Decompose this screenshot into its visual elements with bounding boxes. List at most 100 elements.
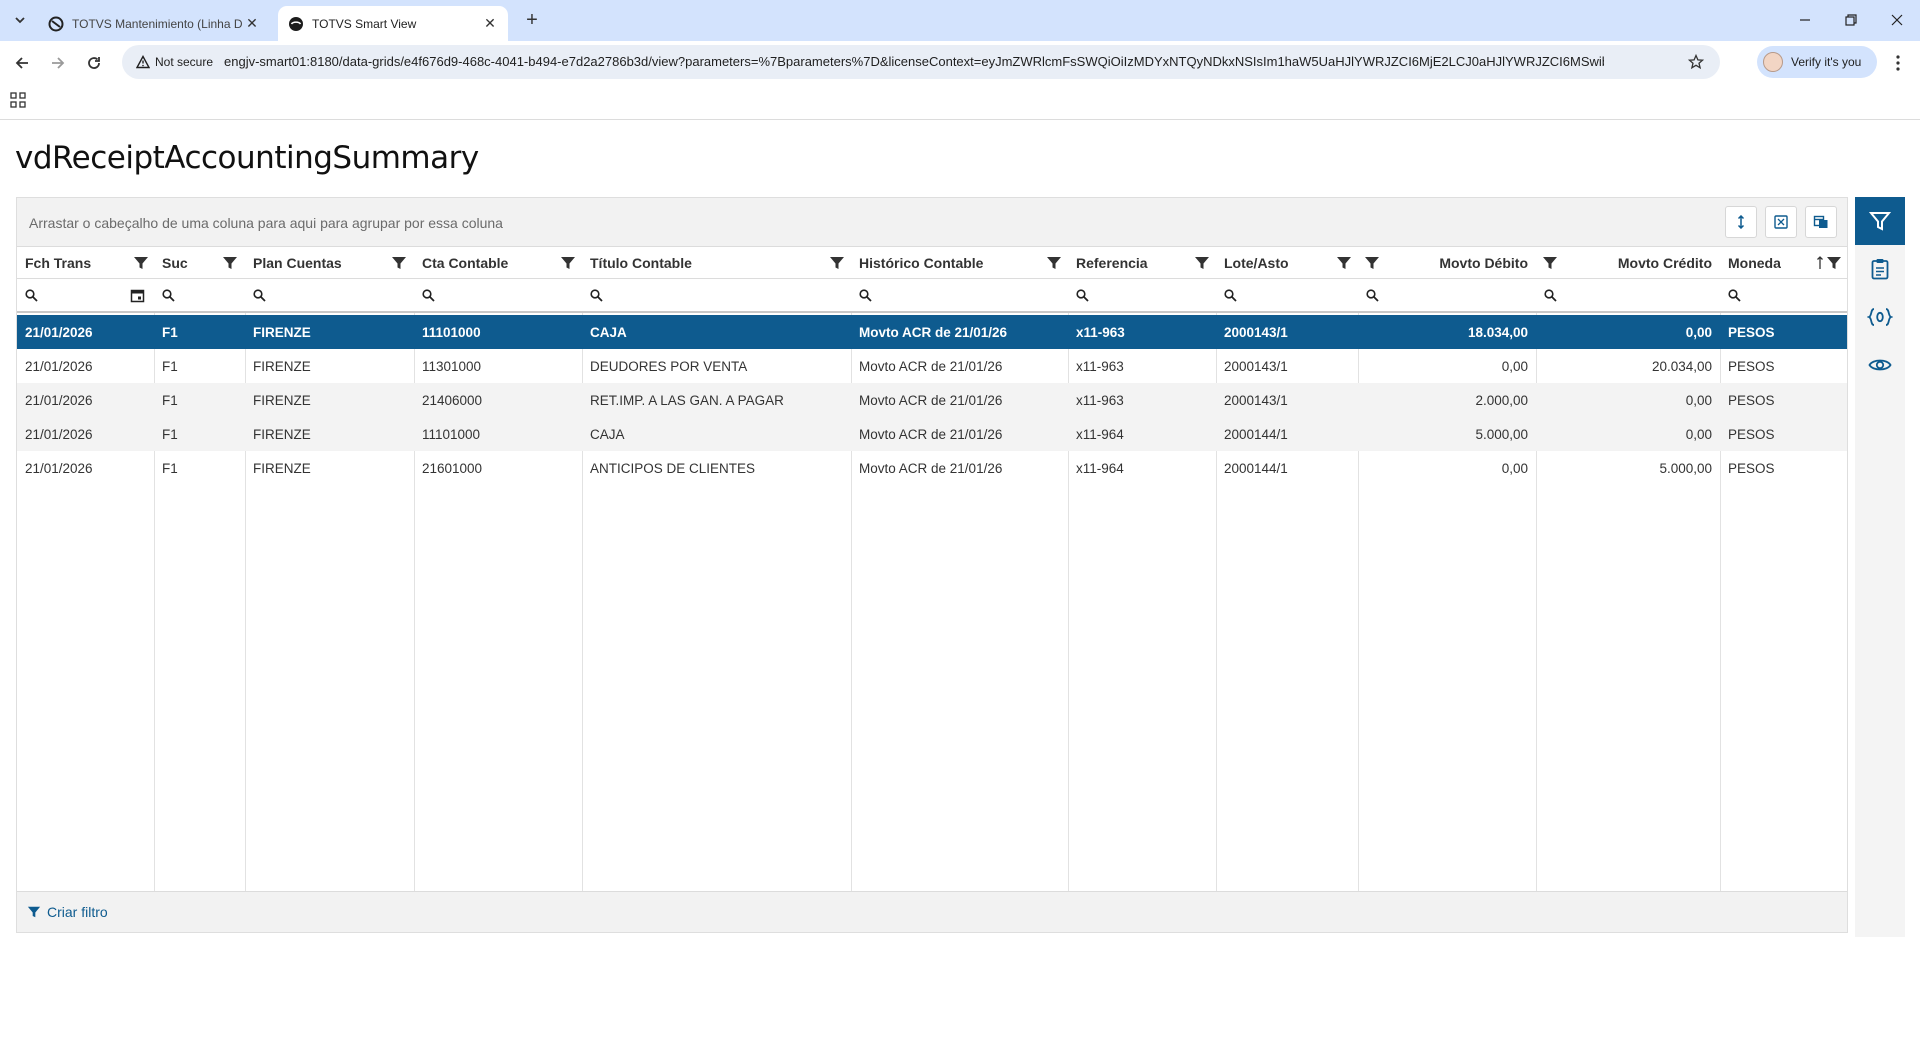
chevron-down-icon bbox=[15, 17, 25, 24]
column-header-lote-asto[interactable]: Lote/Asto bbox=[1216, 247, 1358, 278]
close-tab-icon[interactable]: ✕ bbox=[482, 15, 498, 31]
filter-field-suc[interactable] bbox=[154, 279, 245, 311]
cell-lote-asto: 2000143/1 bbox=[1224, 392, 1288, 408]
cell-movto-credito: 0,00 bbox=[1685, 392, 1712, 408]
eye-icon bbox=[1868, 359, 1892, 371]
column-header-suc[interactable]: Suc bbox=[154, 247, 245, 278]
browser-toolbar: Not secure engjv-smart01:8180/data-grids… bbox=[0, 41, 1920, 84]
cell-plan-cuentas: FIRENZE bbox=[253, 358, 311, 374]
warning-icon bbox=[136, 55, 150, 69]
cell-historico-contable: Movto ACR de 21/01/26 bbox=[859, 460, 1003, 476]
row-height-button[interactable] bbox=[1725, 206, 1757, 238]
restore-button[interactable] bbox=[1828, 0, 1874, 40]
create-filter-button[interactable]: Criar filtro bbox=[27, 904, 108, 920]
filter-icon[interactable] bbox=[1046, 255, 1062, 271]
cell-titulo-contable: CAJA bbox=[590, 426, 625, 442]
filter-field-moneda[interactable] bbox=[1720, 279, 1847, 311]
search-icon bbox=[422, 289, 435, 302]
column-chooser-icon bbox=[1813, 215, 1828, 228]
preview-button[interactable] bbox=[1855, 341, 1905, 389]
filter-icon[interactable] bbox=[1826, 255, 1842, 271]
filter-builder-bar: Criar filtro bbox=[17, 891, 1847, 932]
cell-suc: F1 bbox=[162, 358, 178, 374]
filter-field-referencia[interactable] bbox=[1068, 279, 1216, 311]
cell-plan-cuentas: FIRENZE bbox=[253, 460, 311, 476]
filter-field-plan-cuentas[interactable] bbox=[245, 279, 414, 311]
browser-menu-button[interactable] bbox=[1884, 49, 1912, 77]
forward-button[interactable] bbox=[44, 49, 72, 77]
column-header-referencia[interactable]: Referencia bbox=[1068, 247, 1216, 278]
bookmark-star-button[interactable] bbox=[1686, 52, 1706, 72]
profile-button[interactable]: Verify it's you bbox=[1757, 46, 1877, 78]
filter-icon[interactable] bbox=[1194, 255, 1210, 271]
apps-grid-icon[interactable] bbox=[10, 92, 26, 113]
filter-icon[interactable] bbox=[391, 255, 407, 271]
filter-icon[interactable] bbox=[829, 255, 845, 271]
filter-icon[interactable] bbox=[1542, 255, 1558, 271]
filter-row bbox=[17, 279, 1847, 313]
export-excel-button[interactable] bbox=[1765, 206, 1797, 238]
address-bar[interactable]: Not secure engjv-smart01:8180/data-grids… bbox=[122, 45, 1720, 79]
cell-lote-asto: 2000143/1 bbox=[1224, 358, 1288, 374]
filter-field-historico-contable[interactable] bbox=[851, 279, 1068, 311]
filter-field-fch-trans[interactable] bbox=[17, 279, 154, 311]
column-header-cta-contable[interactable]: Cta Contable bbox=[414, 247, 582, 278]
data-grid: Arrastar o cabeçalho de uma coluna para … bbox=[16, 197, 1848, 933]
filter-field-cta-contable[interactable] bbox=[414, 279, 582, 311]
table-row[interactable]: 21/01/2026 F1 FIRENZE 11101000 CAJA Movt… bbox=[17, 417, 1847, 451]
new-tab-button[interactable]: + bbox=[520, 8, 544, 32]
cell-referencia: x11-963 bbox=[1076, 324, 1125, 340]
bookmarks-bar bbox=[0, 84, 1920, 120]
column-header-plan-cuentas[interactable]: Plan Cuentas bbox=[245, 247, 414, 278]
close-window-button[interactable] bbox=[1874, 0, 1920, 40]
filter-icon[interactable] bbox=[222, 255, 238, 271]
filter-icon[interactable] bbox=[560, 255, 576, 271]
browser-tab-active[interactable]: TOTVS Smart View ✕ bbox=[278, 6, 508, 41]
column-header-historico-contable[interactable]: Histórico Contable bbox=[851, 247, 1068, 278]
search-icon bbox=[1728, 289, 1741, 302]
table-row[interactable]: 21/01/2026 F1 FIRENZE 21406000 RET.IMP. … bbox=[17, 383, 1847, 417]
cell-titulo-contable: ANTICIPOS DE CLIENTES bbox=[590, 460, 756, 476]
cell-fch-trans: 21/01/2026 bbox=[25, 426, 93, 442]
avatar bbox=[1763, 52, 1783, 72]
browser-tab[interactable]: TOTVS Mantenimiento (Linha D ✕ bbox=[38, 6, 270, 41]
site-info-chip[interactable]: Not secure bbox=[130, 51, 219, 73]
search-icon bbox=[1224, 289, 1237, 302]
reload-button[interactable] bbox=[80, 49, 108, 77]
tab-title: TOTVS Mantenimiento (Linha D bbox=[72, 16, 242, 31]
calendar-icon[interactable] bbox=[130, 288, 145, 303]
table-row[interactable]: 21/01/2026 F1 FIRENZE 11101000 CAJA Movt… bbox=[17, 315, 1847, 349]
search-icon bbox=[162, 289, 175, 302]
cell-moneda: PESOS bbox=[1728, 358, 1775, 374]
column-header-titulo-contable[interactable]: Título Contable bbox=[582, 247, 851, 278]
column-header-moneda[interactable]: Moneda bbox=[1720, 247, 1847, 278]
variables-button[interactable] bbox=[1855, 293, 1905, 341]
group-hint: Arrastar o cabeçalho de uma coluna para … bbox=[29, 215, 503, 231]
filter-field-movto-credito[interactable] bbox=[1536, 279, 1720, 311]
column-header-movto-credito[interactable]: Movto Crédito bbox=[1536, 247, 1720, 278]
filter-field-titulo-contable[interactable] bbox=[582, 279, 851, 311]
cell-referencia: x11-963 bbox=[1076, 358, 1124, 374]
back-button[interactable] bbox=[8, 49, 36, 77]
column-header-fch-trans[interactable]: Fch Trans bbox=[17, 247, 154, 278]
filter-icon bbox=[1869, 212, 1891, 231]
clipboard-button[interactable] bbox=[1855, 245, 1905, 293]
group-panel[interactable]: Arrastar o cabeçalho de uma coluna para … bbox=[17, 198, 1847, 246]
column-header-movto-debito[interactable]: Movto Débito bbox=[1358, 247, 1536, 278]
filter-icon[interactable] bbox=[1336, 255, 1352, 271]
column-chooser-button[interactable] bbox=[1805, 206, 1837, 238]
filter-icon[interactable] bbox=[133, 255, 149, 271]
filter-field-lote-asto[interactable] bbox=[1216, 279, 1358, 311]
table-row[interactable]: 21/01/2026 F1 FIRENZE 11301000 DEUDORES … bbox=[17, 349, 1847, 383]
filter-icon[interactable] bbox=[1364, 255, 1380, 271]
filter-panel-button[interactable] bbox=[1855, 197, 1905, 245]
url-text[interactable]: engjv-smart01:8180/data-grids/e4f676d9-4… bbox=[224, 54, 1604, 69]
arrow-left-icon bbox=[15, 57, 28, 69]
filter-field-movto-debito[interactable] bbox=[1358, 279, 1536, 311]
cell-referencia: x11-963 bbox=[1076, 392, 1124, 408]
more-vert-icon bbox=[1896, 55, 1900, 71]
tab-search-button[interactable] bbox=[8, 8, 32, 32]
minimize-button[interactable] bbox=[1782, 0, 1828, 40]
table-row[interactable]: 21/01/2026 F1 FIRENZE 21601000 ANTICIPOS… bbox=[17, 451, 1847, 485]
close-tab-icon[interactable]: ✕ bbox=[244, 15, 260, 31]
